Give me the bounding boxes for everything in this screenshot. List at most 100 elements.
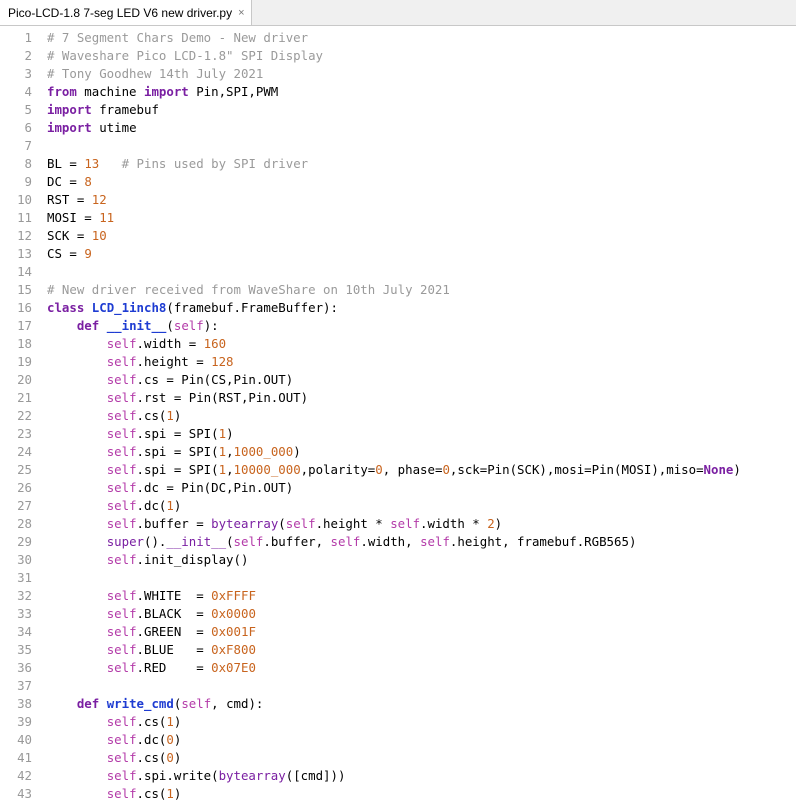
code-token: .dc = Pin(DC,Pin.OUT) xyxy=(136,480,294,495)
code-text: # Waveshare Pico LCD-1.8" SPI Display xyxy=(47,47,323,65)
code-token: BL = xyxy=(47,156,85,171)
code-line: 5 import framebuf xyxy=(0,101,796,119)
code-line: 33 self.BLACK = 0x0000 xyxy=(0,605,796,623)
code-token: utime xyxy=(91,120,137,135)
code-token: 1 xyxy=(166,714,174,729)
code-token: self xyxy=(106,750,137,765)
code-token: 10 xyxy=(91,228,107,243)
tab-file[interactable]: Pico-LCD-1.8 7-seg LED V6 new driver.py … xyxy=(0,0,252,25)
code-line: 21 self.rst = Pin(RST,Pin.OUT) xyxy=(0,389,796,407)
code-token: 0 xyxy=(442,462,450,477)
code-text: self.spi.write(bytearray([cmd])) xyxy=(47,767,346,785)
code-token: 0 xyxy=(166,750,174,765)
code-line: 24 self.spi = SPI(1,1000_000) xyxy=(0,443,796,461)
code-token: 128 xyxy=(211,354,234,369)
code-text: self.height = 128 xyxy=(47,353,234,371)
code-token: # Pins used by SPI driver xyxy=(121,156,309,171)
code-text: self.cs(0) xyxy=(47,749,182,767)
code-token: .WHITE = xyxy=(136,588,212,603)
code-line: 15 # New driver received from WaveShare o… xyxy=(0,281,796,299)
code-token: ( xyxy=(278,516,286,531)
code-token: self xyxy=(106,642,137,657)
code-text: # 7 Segment Chars Demo - New driver xyxy=(47,29,308,47)
code-token: 10000_000 xyxy=(233,462,301,477)
code-line: 29 super().__init__(self.buffer, self.wi… xyxy=(0,533,796,551)
code-text: self.dc = Pin(DC,Pin.OUT) xyxy=(47,479,294,497)
code-token: machine xyxy=(76,84,144,99)
code-token: ) xyxy=(293,444,301,459)
line-number: 6 xyxy=(24,120,32,135)
code-line: 40 self.dc(0) xyxy=(0,731,796,749)
code-token: # New driver received from WaveShare on … xyxy=(47,282,450,297)
code-token: self xyxy=(181,696,212,711)
code-token: # Tony Goodhew 14th July 2021 xyxy=(47,66,264,81)
code-token: .dc( xyxy=(136,732,167,747)
code-text: self.cs(1) xyxy=(47,407,182,425)
code-token: class xyxy=(47,300,85,315)
line-number: 3 xyxy=(24,66,32,81)
code-line: 2 # Waveshare Pico LCD-1.8" SPI Display xyxy=(0,47,796,65)
code-text: RST = 12 xyxy=(47,191,107,209)
code-text: self.rst = Pin(RST,Pin.OUT) xyxy=(47,389,308,407)
code-token: .buffer = xyxy=(136,516,212,531)
line-number: 13 xyxy=(17,246,32,261)
code-line: 28 self.buffer = bytearray(self.height *… xyxy=(0,515,796,533)
code-line: 18 self.width = 160 xyxy=(0,335,796,353)
code-editor[interactable]: 1 # 7 Segment Chars Demo - New driver 2 # W… xyxy=(0,29,796,802)
code-token: 13 xyxy=(84,156,100,171)
code-token: self xyxy=(106,588,137,603)
tab-bar: Pico-LCD-1.8 7-seg LED V6 new driver.py … xyxy=(0,0,796,26)
code-token: ( xyxy=(166,318,174,333)
line-number: 19 xyxy=(17,354,32,369)
code-token: (). xyxy=(144,534,167,549)
code-text: self.BLUE = 0xF800 xyxy=(47,641,256,659)
code-token: ,polarity= xyxy=(300,462,376,477)
code-token: self xyxy=(106,552,137,567)
code-text: self.spi = SPI(1,1000_000) xyxy=(47,443,301,461)
code-token: self xyxy=(330,534,361,549)
line-number: 21 xyxy=(17,390,32,405)
code-token: 0x001F xyxy=(211,624,256,639)
code-token: self xyxy=(390,516,421,531)
code-token: def xyxy=(76,696,100,711)
code-token: self xyxy=(106,336,137,351)
code-token: from xyxy=(47,84,77,99)
code-line: 30 self.init_display() xyxy=(0,551,796,569)
code-line: 4 from machine import Pin,SPI,PWM xyxy=(0,83,796,101)
code-line: 25 self.spi = SPI(1,10000_000,polarity=0… xyxy=(0,461,796,479)
code-token: .cs( xyxy=(136,786,167,801)
code-line: 39 self.cs(1) xyxy=(0,713,796,731)
code-token: 0xF800 xyxy=(211,642,256,657)
code-token: self xyxy=(173,318,204,333)
code-text: MOSI = 11 xyxy=(47,209,114,227)
code-token: ,sck=Pin(SCK),mosi=Pin(MOSI),miso= xyxy=(449,462,704,477)
code-token: bytearray xyxy=(218,768,286,783)
code-token: ) xyxy=(494,516,503,531)
close-icon[interactable]: × xyxy=(238,7,244,19)
code-token: 1 xyxy=(166,786,174,801)
code-token: self xyxy=(106,516,137,531)
code-token: .dc( xyxy=(136,498,167,513)
line-number: 1 xyxy=(24,30,32,45)
line-number: 18 xyxy=(17,336,32,351)
code-token: .width = xyxy=(136,336,204,351)
code-text: self.cs(1) xyxy=(47,713,182,731)
line-number: 25 xyxy=(17,462,32,477)
code-token: __init__ xyxy=(166,534,227,549)
line-number: 8 xyxy=(24,156,32,171)
code-text: self.width = 160 xyxy=(47,335,226,353)
line-number: 12 xyxy=(17,228,32,243)
code-text: def write_cmd(self, cmd): xyxy=(47,695,264,713)
line-number: 34 xyxy=(17,624,32,639)
line-number: 27 xyxy=(17,498,32,513)
code-token: Pin,SPI,PWM xyxy=(188,84,279,99)
code-token: .rst = Pin(RST,Pin.OUT) xyxy=(136,390,309,405)
